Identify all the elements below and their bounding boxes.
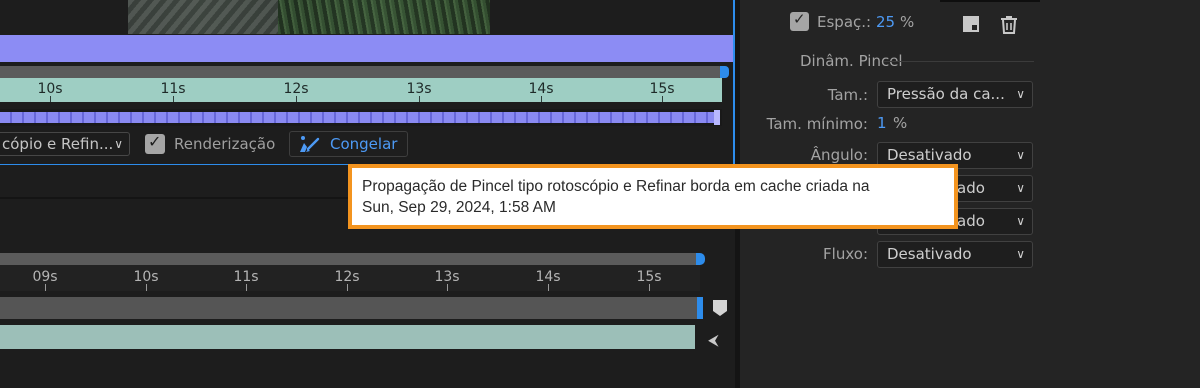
time-tick: [347, 284, 348, 291]
time-tick: [419, 96, 420, 102]
time-tick-label: 14s: [535, 269, 561, 285]
time-ruler-top[interactable]: 10s 11s 12s 13s 14s 15s: [0, 78, 722, 102]
time-tick: [296, 96, 297, 102]
time-tick-label: 14s: [528, 81, 554, 97]
propagation-mode-select[interactable]: cópio e Refin... ∨: [0, 132, 130, 156]
time-tick: [45, 284, 46, 291]
flow-label: Fluxo:: [823, 245, 868, 263]
time-tick: [246, 284, 247, 291]
time-ruler-bottom[interactable]: 09s 10s 11s 12s 13s 14s 15s: [0, 265, 700, 291]
cached-frames-fill: [0, 112, 718, 123]
time-navigator-handle[interactable]: [720, 66, 729, 78]
size-dropdown-value: Pressão da ca...: [887, 85, 1005, 103]
layer-duration-bar[interactable]: [0, 325, 695, 349]
spacing-value[interactable]: 25: [876, 13, 895, 31]
cached-frames-bar: [0, 109, 722, 126]
time-tick: [662, 96, 663, 102]
cache-tooltip: Propagação de Pincel tipo rotoscópio e R…: [348, 164, 958, 229]
flow-dropdown[interactable]: Desativado ∨: [877, 241, 1033, 268]
trash-icon[interactable]: [1000, 15, 1018, 34]
time-tick-label: 13s: [406, 81, 432, 97]
time-tick-label: 13s: [434, 269, 460, 285]
time-tick: [50, 96, 51, 102]
checkmark-icon: ✓: [793, 10, 806, 28]
video-frame-preview: [128, 0, 490, 34]
chevron-down-icon: ∨: [1016, 148, 1025, 162]
time-tick: [447, 284, 448, 291]
cache-indicator-icon[interactable]: ⮜: [708, 331, 719, 349]
time-tick: [649, 284, 650, 291]
time-tick: [173, 96, 174, 102]
time-tick: [146, 284, 147, 291]
angle-label: Ângulo:: [810, 146, 868, 164]
render-checkbox[interactable]: ✓: [145, 132, 165, 154]
size-label: Tam.:: [827, 86, 868, 104]
time-tick: [541, 96, 542, 102]
time-tick-label: 11s: [233, 269, 259, 285]
time-tick-label: 11s: [160, 81, 186, 97]
flow-dropdown-value: Desativado: [887, 245, 972, 263]
tooltip-line-1: Propagação de Pincel tipo rotoscópio e R…: [362, 178, 870, 195]
comp-marker-icon[interactable]: [712, 300, 728, 316]
freeze-button[interactable]: Congelar: [289, 131, 408, 157]
propagation-mode-value: cópio e Refin...: [2, 135, 114, 153]
pavement-area: [128, 0, 278, 34]
grass-area: [278, 0, 490, 34]
chevron-down-icon: ∨: [1016, 181, 1025, 195]
section-divider: [884, 61, 1034, 62]
work-area-bar[interactable]: [0, 297, 698, 319]
tooltip-text: Propagação de Pincel tipo rotoscópio e R…: [362, 176, 870, 218]
timeline-navigator-bar[interactable]: [0, 253, 700, 265]
time-navigator-bar[interactable]: [0, 66, 724, 78]
layer-color-bar[interactable]: [0, 35, 733, 62]
new-brush-icon[interactable]: [962, 16, 980, 33]
timeline-navigator-handle[interactable]: [696, 253, 705, 265]
time-tick: [548, 284, 549, 291]
chevron-down-icon: ∨: [1016, 247, 1025, 261]
time-tick-label: 12s: [283, 81, 309, 97]
time-tick-label: 09s: [32, 269, 58, 285]
current-time-indicator[interactable]: [697, 297, 703, 319]
size-dropdown[interactable]: Pressão da ca... ∨: [877, 81, 1033, 108]
time-tick-label: 10s: [133, 269, 159, 285]
render-label: Renderização: [174, 135, 276, 153]
cached-frames-end: [714, 110, 720, 125]
spacing-unit: %: [900, 13, 915, 31]
angle-dropdown-value: Desativado: [887, 146, 972, 164]
min-size-label: Tam. mínimo:: [766, 115, 868, 133]
freeze-button-label: Congelar: [330, 135, 398, 153]
panel-top-edge: [940, 0, 1040, 2]
time-tick-label: 15s: [649, 81, 675, 97]
checkmark-icon: ✓: [148, 132, 162, 151]
brush-snowflake-icon: [300, 136, 320, 152]
min-size-unit: %: [893, 114, 908, 132]
chevron-down-icon: ∨: [1016, 87, 1025, 101]
time-tick-label: 15s: [636, 269, 662, 285]
time-tick-label: 10s: [37, 81, 63, 97]
min-size-value[interactable]: 1: [877, 114, 887, 132]
spacing-checkbox[interactable]: ✓: [790, 10, 809, 31]
chevron-down-icon: ∨: [1016, 214, 1025, 228]
tooltip-line-2: Sun, Sep 29, 2024, 1:58 AM: [362, 199, 556, 216]
spacing-label: Espaç.:: [817, 13, 872, 31]
chevron-down-icon: ∨: [114, 137, 123, 151]
time-tick-label: 12s: [334, 269, 360, 285]
